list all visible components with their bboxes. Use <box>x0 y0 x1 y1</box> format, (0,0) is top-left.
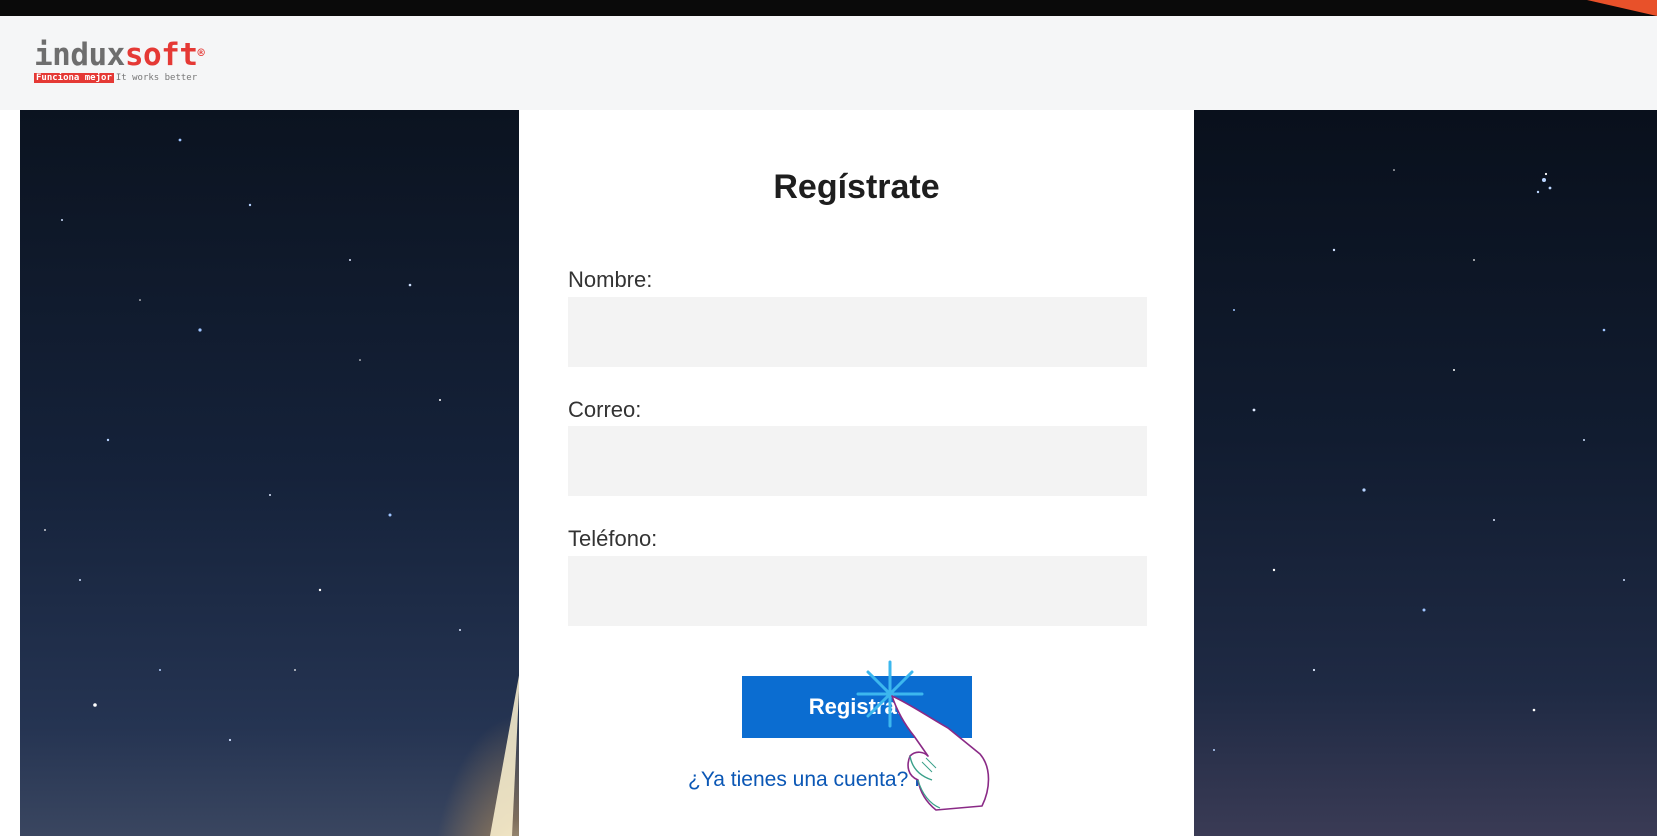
logo-wordmark: induxsoft® <box>34 37 205 73</box>
tagline-highlight: Funciona mejor <box>34 73 114 83</box>
hand-pointer-icon <box>856 660 990 811</box>
tagline-rest: It works better <box>115 73 198 83</box>
phone-label: Teléfono: <box>568 526 658 551</box>
phone-input[interactable] <box>568 556 1147 626</box>
brand-logo[interactable]: induxsoft® Funciona mejor It works better <box>34 37 205 84</box>
name-input[interactable] <box>568 297 1147 367</box>
background-sky-left <box>20 110 520 836</box>
background-sky-right <box>1194 110 1657 836</box>
starfield-right <box>1213 169 1625 751</box>
name-label: Nombre: <box>568 267 653 292</box>
tap-gesture-overlay <box>840 656 1060 821</box>
registered-mark: ® <box>197 46 205 60</box>
logo-tagline: Funciona mejor It works better <box>34 72 204 84</box>
top-bar <box>0 0 1657 16</box>
starfield-left <box>44 138 520 836</box>
email-label: Correo: <box>568 397 642 422</box>
email-input[interactable] <box>568 426 1147 496</box>
logo-word-part1: indux <box>34 37 125 73</box>
logo-word-part2: soft <box>124 37 198 73</box>
site-header: induxsoft® Funciona mejor It works better <box>0 16 1657 110</box>
accent-corner <box>1587 0 1657 16</box>
page-title: Regístrate <box>773 168 940 206</box>
